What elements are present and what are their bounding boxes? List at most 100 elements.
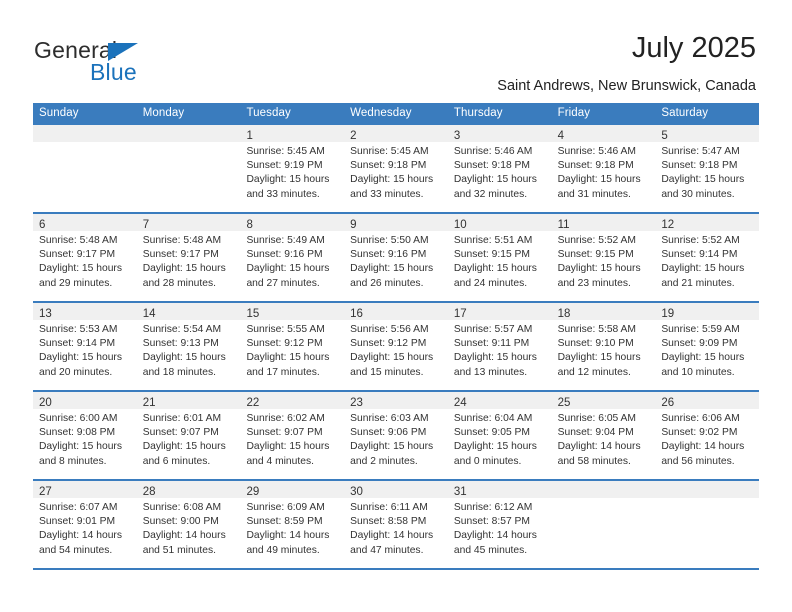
- day-cell-28[interactable]: 28 Sunrise: 6:08 AM Sunset: 9:00 PM Dayligh…: [136, 481, 241, 568]
- sunrise-line: Sunrise: 5:55 AM: [246, 324, 325, 335]
- day-number-band: 2: [344, 125, 448, 142]
- daylight-line-1: Daylight: 15 hours: [557, 263, 641, 275]
- day-cell-27[interactable]: 27 Sunrise: 6:07 AM Sunset: 9:01 PM Dayligh…: [33, 481, 137, 568]
- day-cell-30[interactable]: 30 Sunrise: 6:11 AM Sunset: 8:58 PM Dayligh…: [344, 481, 448, 568]
- day-cell-25[interactable]: 25 Sunrise: 6:05 AM Sunset: 9:04 PM Dayligh…: [551, 392, 656, 479]
- sunset-line: Sunset: 9:17 PM: [142, 249, 219, 261]
- daylight-line-2: and 21 minutes.: [661, 277, 735, 289]
- day-cell-5[interactable]: 5 Sunrise: 5:47 AM Sunset: 9:18 PM Daylight…: [655, 125, 760, 212]
- day-cell-13[interactable]: 13 Sunrise: 5:53 AM Sunset: 9:14 PM Dayligh…: [33, 303, 137, 390]
- day-cell-empty: [551, 481, 656, 568]
- day-cell-26[interactable]: 26 Sunrise: 6:06 AM Sunset: 9:02 PM Dayligh…: [655, 392, 760, 479]
- sunrise-line: Sunrise: 5:57 AM: [453, 324, 533, 335]
- daylight-line-2: and 28 minutes.: [142, 277, 216, 289]
- day-detail-text: Sunrise: 5:52 AM Sunset: 9:14 PM Daylight:…: [655, 231, 759, 291]
- day-cell-29[interactable]: 29 Sunrise: 6:09 AM Sunset: 8:59 PM Dayligh…: [240, 481, 345, 568]
- daylight-line-1: Daylight: 15 hours: [661, 174, 745, 186]
- day-number: 13: [39, 308, 52, 320]
- sunset-line: Sunset: 9:14 PM: [39, 338, 116, 350]
- day-cell-8[interactable]: 8 Sunrise: 5:49 AM Sunset: 9:16 PM Daylight…: [240, 214, 345, 301]
- day-cell-3[interactable]: 3 Sunrise: 5:46 AM Sunset: 9:18 PM Daylight…: [447, 125, 552, 212]
- weekday-header-friday: Friday: [557, 107, 591, 119]
- day-detail-text: Sunrise: 5:52 AM Sunset: 9:15 PM Daylight:…: [552, 231, 656, 291]
- daylight-line-1: Daylight: 14 hours: [661, 441, 745, 453]
- day-cell-21[interactable]: 21 Sunrise: 6:01 AM Sunset: 9:07 PM Dayligh…: [136, 392, 241, 479]
- sunset-line: Sunset: 9:15 PM: [453, 249, 531, 261]
- day-number-band: [136, 125, 241, 142]
- day-cell-17[interactable]: 17 Sunrise: 5:57 AM Sunset: 9:11 PM Dayligh…: [447, 303, 552, 390]
- day-cell-4[interactable]: 4 Sunrise: 5:46 AM Sunset: 9:18 PM Daylight…: [551, 125, 656, 212]
- day-detail-text: [137, 142, 241, 145]
- sunrise-line: Sunrise: 6:03 AM: [350, 413, 429, 424]
- daylight-line-2: and 31 minutes.: [557, 188, 631, 200]
- day-cell-10[interactable]: 10 Sunrise: 5:51 AM Sunset: 9:15 PM Dayligh…: [447, 214, 552, 301]
- daylight-line-2: and 51 minutes.: [142, 544, 216, 556]
- daylight-line-1: Daylight: 15 hours: [661, 263, 745, 275]
- daylight-line-1: Daylight: 15 hours: [39, 352, 122, 364]
- daylight-line-2: and 30 minutes.: [661, 188, 735, 200]
- generalblue-logo[interactable]: General Blue: [34, 37, 214, 85]
- day-cell-23[interactable]: 23 Sunrise: 6:03 AM Sunset: 9:06 PM Dayligh…: [344, 392, 448, 479]
- day-cell-2[interactable]: 2 Sunrise: 5:45 AM Sunset: 9:18 PM Daylight…: [344, 125, 448, 212]
- calendar-week-row: 20 Sunrise: 6:00 AM Sunset: 9:08 PM Dayligh…: [33, 392, 760, 481]
- day-cell-1[interactable]: 1 Sunrise: 5:45 AM Sunset: 9:19 PM Daylight…: [240, 125, 345, 212]
- day-number-band: 23: [344, 392, 448, 409]
- day-detail-text: Sunrise: 6:02 AM Sunset: 9:07 PM Daylight:…: [240, 409, 344, 469]
- day-cell-7[interactable]: 7 Sunrise: 5:48 AM Sunset: 9:17 PM Daylight…: [136, 214, 241, 301]
- daylight-line-2: and 24 minutes.: [453, 277, 528, 289]
- day-detail-text: Sunrise: 5:53 AM Sunset: 9:14 PM Daylight:…: [33, 320, 137, 380]
- daylight-line-2: and 15 minutes.: [350, 366, 424, 378]
- day-number-band: 18: [551, 303, 656, 320]
- daylight-line-1: Daylight: 15 hours: [453, 263, 537, 275]
- day-cell-15[interactable]: 15 Sunrise: 5:55 AM Sunset: 9:12 PM Dayligh…: [240, 303, 345, 390]
- day-detail-text: Sunrise: 5:57 AM Sunset: 9:11 PM Daylight:…: [448, 320, 552, 380]
- day-detail-text: Sunrise: 5:58 AM Sunset: 9:10 PM Daylight:…: [552, 320, 656, 380]
- day-number-band: 13: [33, 303, 137, 320]
- sunrise-line: Sunrise: 5:54 AM: [142, 324, 222, 335]
- sunset-line: Sunset: 9:13 PM: [142, 338, 219, 350]
- day-cell-31[interactable]: 31 Sunrise: 6:12 AM Sunset: 8:57 PM Dayligh…: [447, 481, 552, 568]
- day-number: 4: [557, 130, 564, 142]
- day-detail-text: Sunrise: 6:01 AM Sunset: 9:07 PM Daylight:…: [137, 409, 241, 469]
- page-subtitle: Saint Andrews, New Brunswick, Canada: [497, 78, 756, 94]
- day-cell-24[interactable]: 24 Sunrise: 6:04 AM Sunset: 9:05 PM Dayligh…: [447, 392, 552, 479]
- day-cell-18[interactable]: 18 Sunrise: 5:58 AM Sunset: 9:10 PM Dayligh…: [551, 303, 656, 390]
- day-cell-12[interactable]: 12 Sunrise: 5:52 AM Sunset: 9:14 PM Dayligh…: [655, 214, 760, 301]
- sunset-line: Sunset: 9:15 PM: [557, 249, 634, 261]
- day-detail-text: Sunrise: 5:45 AM Sunset: 9:18 PM Daylight:…: [344, 142, 448, 202]
- day-number: 20: [39, 397, 52, 409]
- day-cell-20[interactable]: 20 Sunrise: 6:00 AM Sunset: 9:08 PM Dayligh…: [33, 392, 137, 479]
- daylight-line-1: Daylight: 15 hours: [246, 174, 330, 186]
- day-cell-19[interactable]: 19 Sunrise: 5:59 AM Sunset: 9:09 PM Dayligh…: [655, 303, 760, 390]
- day-cell-14[interactable]: 14 Sunrise: 5:54 AM Sunset: 9:13 PM Dayligh…: [136, 303, 241, 390]
- day-number: 17: [453, 308, 467, 320]
- day-number-band: 4: [551, 125, 656, 142]
- day-detail-text: Sunrise: 6:04 AM Sunset: 9:05 PM Daylight:…: [448, 409, 552, 469]
- day-detail-text: Sunrise: 5:54 AM Sunset: 9:13 PM Daylight:…: [137, 320, 241, 380]
- day-number-band: 29: [240, 481, 345, 498]
- sunset-line: Sunset: 9:18 PM: [557, 160, 634, 172]
- sunset-line: Sunset: 9:07 PM: [142, 427, 219, 439]
- day-number-band: 16: [344, 303, 448, 320]
- day-number-band: 30: [344, 481, 448, 498]
- day-number: 19: [661, 308, 675, 320]
- daylight-line-1: Daylight: 15 hours: [453, 352, 537, 364]
- day-cell-11[interactable]: 11 Sunrise: 5:52 AM Sunset: 9:15 PM Dayligh…: [551, 214, 656, 301]
- day-number: 24: [453, 397, 467, 409]
- day-number: 29: [246, 486, 260, 498]
- day-detail-text: Sunrise: 5:59 AM Sunset: 9:09 PM Daylight:…: [655, 320, 759, 380]
- day-number-band: 15: [240, 303, 345, 320]
- daylight-line-2: and 12 minutes.: [557, 366, 631, 378]
- day-cell-22[interactable]: 22 Sunrise: 6:02 AM Sunset: 9:07 PM Dayligh…: [240, 392, 345, 479]
- day-number-band: 10: [447, 214, 552, 231]
- day-number-band: 24: [447, 392, 552, 409]
- daylight-line-1: Daylight: 15 hours: [39, 441, 122, 453]
- day-cell-6[interactable]: 6 Sunrise: 5:48 AM Sunset: 9:17 PM Daylight…: [33, 214, 137, 301]
- daylight-line-2: and 33 minutes.: [350, 188, 424, 200]
- calendar-weeks: 1 Sunrise: 5:45 AM Sunset: 9:19 PM Daylight…: [33, 125, 760, 570]
- day-number-band: 1: [240, 125, 345, 142]
- day-number: 12: [661, 219, 675, 231]
- day-cell-16[interactable]: 16 Sunrise: 5:56 AM Sunset: 9:12 PM Dayligh…: [344, 303, 448, 390]
- page-title: July 2025: [631, 32, 756, 64]
- day-cell-9[interactable]: 9 Sunrise: 5:50 AM Sunset: 9:16 PM Daylight…: [344, 214, 448, 301]
